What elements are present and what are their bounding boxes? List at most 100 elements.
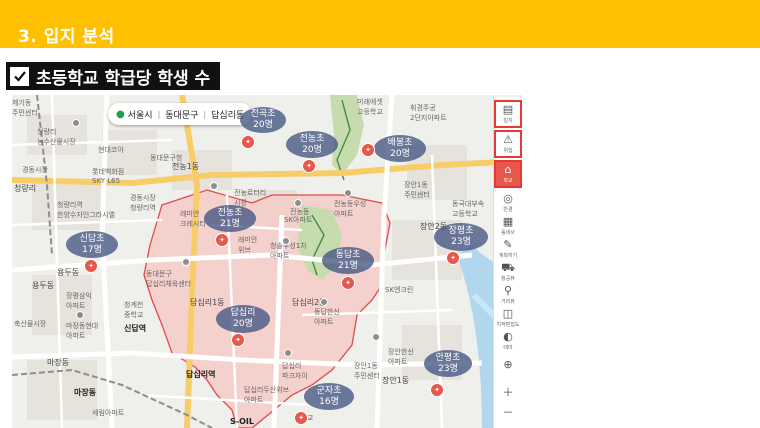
map-label: 휘경주공 2단지아파트 (410, 104, 447, 122)
tool-label: 위험 (503, 148, 513, 154)
school-name: 답십리 (230, 308, 256, 318)
tool-warning[interactable]: ⚠ 위험 (494, 130, 522, 158)
school-students: 16명 (319, 396, 339, 407)
poi-marker[interactable] (344, 189, 352, 197)
school-marker-icon[interactable]: ✦ (446, 251, 460, 265)
map-label: 동국대부속 고등학교 (452, 200, 485, 218)
school-bubble[interactable]: 전농초 20명 (286, 131, 338, 158)
map-label: 장안1동 주민센터 (404, 181, 430, 199)
tool-label: 테마 (503, 345, 513, 351)
school-marker-icon[interactable]: ✦ (215, 233, 229, 247)
pen-icon: ✎ (503, 238, 513, 251)
section-header: 3. 입지 분석 (0, 0, 760, 48)
map-label: 신답역 (124, 324, 147, 333)
school-students: 17명 (82, 244, 102, 255)
school-marker-icon[interactable]: ✦ (302, 159, 316, 173)
school-students: 20명 (253, 120, 273, 130)
poi-marker[interactable] (76, 311, 84, 319)
school-marker-icon[interactable]: ✦ (241, 135, 255, 149)
school-bubble[interactable]: 동답초 21명 (322, 247, 374, 274)
tool-school[interactable]: ⌂ 학교 (494, 160, 522, 188)
poi-marker[interactable] (72, 119, 80, 127)
theme-icon: ◐ (503, 330, 513, 343)
poi-marker[interactable] (282, 237, 290, 245)
map-label: 마장동현대 아파트 (66, 322, 99, 340)
map-label: 레미안 크레시티 (180, 210, 206, 228)
my-location-button[interactable]: ⊕ (494, 355, 522, 377)
map-view[interactable]: 제기동 주민센터 청량리 농수산물시장 현대코아 경동시장 롯데백화점 SKY L65… (12, 95, 522, 428)
map-label: 청량리 농수산물시장 (37, 128, 76, 146)
school-students: 20명 (233, 319, 253, 329)
minus-icon: － (502, 406, 514, 419)
school-marker-icon[interactable]: ✦ (430, 383, 444, 397)
map-label: 전농동우성 아파트 (334, 200, 367, 218)
school-name: 신답초 (79, 233, 105, 244)
poi-marker[interactable] (294, 199, 302, 207)
school-students: 21명 (338, 260, 358, 271)
map-label: 답십리역 (186, 370, 216, 379)
poi-marker[interactable] (320, 298, 328, 306)
map-label: 동대문구 답십리체육센터 (146, 270, 192, 288)
poi-marker[interactable] (372, 333, 380, 341)
map-label: 답십리1동 (190, 298, 225, 307)
location-breadcrumb[interactable]: ● 서울시 | 동대문구 | 답십리동 (108, 103, 253, 125)
school-students: 23명 (451, 237, 471, 247)
separator: | (157, 109, 161, 119)
school-marker-icon[interactable]: ✦ (231, 333, 245, 347)
location-pin-icon: ● (116, 108, 125, 120)
tool-theme[interactable]: ◐ 테마 (494, 327, 522, 351)
school-name: 안평초 (435, 352, 461, 363)
map-label: 래미안 위브 (238, 236, 258, 254)
zoom-in-button[interactable]: ＋ (494, 383, 522, 403)
tool-street[interactable]: ⚲ 거리뷰 (494, 281, 522, 305)
zoom-out-button[interactable]: － (494, 403, 522, 423)
school-marker-icon[interactable]: ✦ (84, 259, 98, 273)
target-icon: ◎ (503, 192, 513, 205)
share-icon: ◫ (502, 307, 514, 320)
school-marker-icon[interactable]: ✦ (341, 276, 355, 290)
map-label: 세림아파트 (92, 409, 125, 417)
tool-notice[interactable]: ▤ 일지 (494, 100, 522, 128)
school-students: 21명 (220, 218, 240, 229)
map-label: 축산물시장 (14, 320, 47, 328)
tool-plan[interactable]: ✎ 계획하기 (494, 235, 522, 259)
tool-label: 일지 (503, 118, 513, 124)
map-label: 청량리 (14, 184, 37, 193)
tool-neighborhood[interactable]: ▦ 동네사 (494, 212, 522, 236)
school-bubble[interactable]: 전농초 21명 (204, 205, 256, 232)
location-city[interactable]: 서울시 (128, 108, 153, 121)
school-marker-icon[interactable]: ✦ (361, 143, 375, 157)
school-bubble[interactable]: 답십리 20명 (216, 305, 270, 333)
map-label: 경동시장 (22, 166, 48, 174)
tool-cadastral[interactable]: ◫ 지적편집도 (494, 304, 522, 328)
map-label: SK엔크린 (385, 286, 414, 294)
school-marker-icon[interactable]: ✦ (294, 411, 308, 425)
map-label: 용두동 (32, 281, 55, 290)
section-title: 3. 입지 분석 (18, 27, 115, 47)
school-bubble[interactable]: 신답초 17명 (66, 231, 118, 258)
map-label: 마장동 (74, 388, 97, 397)
tool-aerial[interactable]: ⛟ 항공뷰 (494, 258, 522, 282)
school-icon: ⌂ (504, 163, 512, 176)
map-label: 장평삼익 아파트 (66, 292, 92, 310)
school-bubble[interactable]: 배봉초 20명 (374, 135, 426, 162)
school-name: 군자초 (316, 385, 342, 396)
school-students: 23명 (438, 363, 458, 374)
map-label: 답십리 파크자이 (282, 362, 308, 380)
car-icon: ⛟ (501, 261, 515, 274)
location-district[interactable]: 동대문구 (165, 108, 198, 121)
tool-radius[interactable]: ◎ 반경 (494, 189, 522, 213)
map-label: SK아파트 (284, 216, 313, 224)
poi-marker[interactable] (210, 182, 218, 190)
map-label: 롯데백화점 SKY L65 (92, 168, 125, 185)
map-label: S-OIL (230, 417, 254, 426)
poi-marker[interactable] (182, 258, 190, 266)
tool-label: 학교 (503, 178, 513, 184)
school-name: 전농초 (217, 207, 243, 218)
school-bubble[interactable]: 군자초 16명 (304, 383, 354, 410)
school-bubble[interactable]: 안평초 23명 (424, 350, 472, 377)
school-name: 전농초 (299, 133, 325, 144)
poi-marker[interactable] (284, 349, 292, 357)
school-bubble[interactable]: 장평초 23명 (434, 223, 488, 251)
school-bubble[interactable]: 전곡초 20명 (240, 107, 286, 133)
